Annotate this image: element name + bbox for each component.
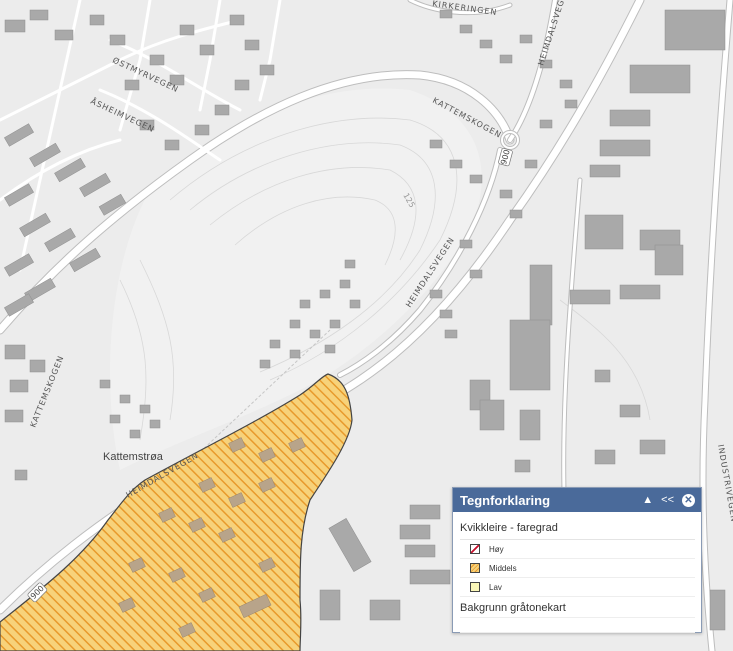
legend-layer2-swatch	[460, 617, 695, 633]
legend-item-label: Middels	[489, 563, 517, 573]
legend-panel: Tegnforklaring ▲ << ✕ Kvikkleire - fareg…	[452, 487, 702, 633]
legend-swatch-middels	[470, 563, 480, 573]
legend-item-hoy: Høy	[460, 540, 695, 559]
close-icon[interactable]: ✕	[682, 493, 695, 507]
legend-title: Tegnforklaring	[460, 492, 551, 508]
legend-body: Kvikkleire - faregrad Høy Middels Lav Ba…	[453, 512, 701, 633]
legend-item-label: Lav	[489, 582, 502, 592]
legend-layer2-title: Bakgrunn gråtonekart	[460, 602, 566, 614]
legend-swatch-lav	[470, 582, 480, 592]
back-arrows-icon[interactable]: <<	[661, 494, 674, 506]
collapse-up-icon[interactable]: ▲	[642, 494, 653, 506]
legend-item-lav: Lav	[460, 578, 695, 597]
legend-item-middels: Middels	[460, 559, 695, 578]
legend-item-label: Høy	[489, 544, 504, 554]
legend-swatch-hoy	[470, 544, 480, 554]
legend-header: Tegnforklaring ▲ << ✕	[453, 488, 701, 512]
place-label-kattemstroa: Kattemstrøa	[103, 451, 164, 463]
legend-layer-title: Kvikkleire - faregrad	[460, 519, 695, 540]
